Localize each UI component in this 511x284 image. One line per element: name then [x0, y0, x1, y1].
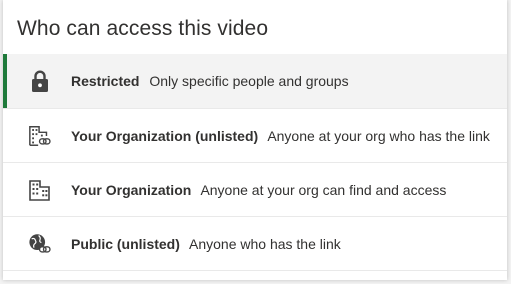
option-description: Only specific people and groups: [149, 73, 349, 89]
option-public-unlisted[interactable]: Public (unlisted) Anyone who has the lin…: [3, 217, 507, 271]
access-dialog: Who can access this video Restricted Onl…: [3, 0, 507, 280]
globe-link-icon: [28, 232, 52, 256]
option-description: Anyone at your org can find and access: [200, 181, 447, 198]
building-icon: [28, 178, 52, 202]
option-organization[interactable]: Your Organization Anyone at your org can…: [3, 163, 507, 217]
dialog-title: Who can access this video: [17, 17, 269, 40]
access-options-list: Restricted Only specific people and grou…: [3, 54, 507, 271]
option-label: Your Organization (unlisted): [71, 127, 259, 144]
building-link-icon: [28, 124, 52, 148]
option-description: Anyone at your org who has the link: [267, 127, 490, 144]
option-label: Public (unlisted): [71, 235, 180, 252]
option-restricted[interactable]: Restricted Only specific people and grou…: [3, 54, 507, 109]
option-organization-unlisted[interactable]: Your Organization (unlisted) Anyone at y…: [3, 109, 507, 163]
option-label: Your Organization: [71, 181, 192, 198]
option-description: Anyone who has the link: [189, 235, 341, 252]
option-label: Restricted: [71, 73, 140, 89]
lock-icon: [28, 69, 52, 93]
